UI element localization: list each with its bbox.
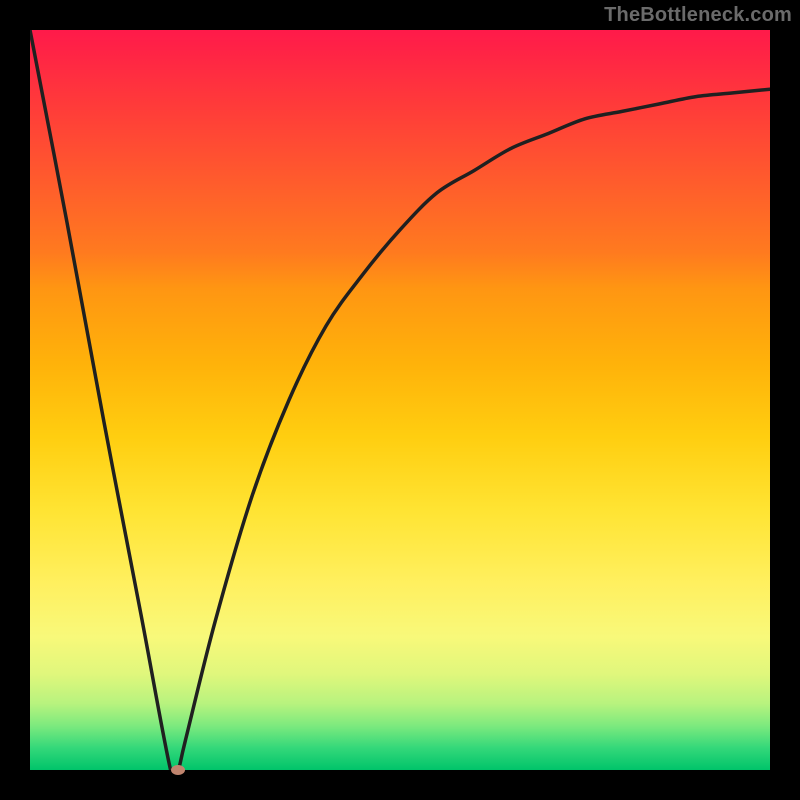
attribution-watermark: TheBottleneck.com — [604, 4, 792, 27]
bottleneck-curve — [30, 30, 770, 770]
chart-stage: TheBottleneck.com — [0, 0, 800, 800]
plot-area — [30, 30, 770, 770]
minimum-point-marker — [171, 765, 185, 775]
